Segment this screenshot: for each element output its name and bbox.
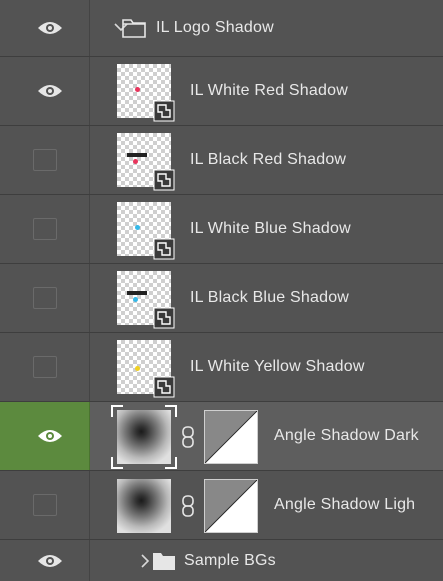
layer-row-il-white-blue-shadow[interactable]: IL White Blue Shadow (0, 195, 443, 264)
layer-thumbnail[interactable] (117, 64, 175, 122)
chain-link-icon[interactable] (181, 426, 195, 448)
layer-name: Angle Shadow Dark (274, 427, 419, 444)
visibility-empty-icon (33, 287, 57, 309)
layer-thumbnail[interactable] (117, 202, 175, 260)
visibility-toggle[interactable] (0, 0, 90, 56)
smart-object-badge-icon (153, 169, 175, 191)
layer-name: IL White Blue Shadow (190, 220, 351, 237)
visibility-empty-icon (33, 494, 57, 516)
layer-name: IL White Yellow Shadow (190, 358, 365, 375)
layer-row-il-black-red-shadow[interactable]: IL Black Red Shadow (0, 126, 443, 195)
layer-mask-thumbnail[interactable] (204, 479, 258, 533)
visibility-toggle[interactable] (0, 57, 90, 125)
layer-thumbnail[interactable] (117, 133, 175, 191)
layer-row-group-il-logo-shadow[interactable]: IL Logo Shadow (0, 0, 443, 57)
visibility-empty-icon (33, 218, 57, 240)
logo-mark (127, 291, 147, 295)
chevron-right-icon[interactable] (140, 554, 150, 568)
layer-name: IL Black Red Shadow (190, 151, 347, 168)
logo-mark (127, 153, 147, 157)
logo-mark (135, 225, 140, 230)
layer-name: IL White Red Shadow (190, 82, 348, 99)
layer-thumbnail[interactable] (117, 271, 175, 329)
eye-icon (38, 430, 62, 442)
layer-row-il-white-yellow-shadow[interactable]: IL White Yellow Shadow (0, 333, 443, 402)
layer-mask-thumbnail[interactable] (204, 410, 258, 464)
layer-row-il-white-red-shadow[interactable]: IL White Red Shadow (0, 57, 443, 126)
folder-icon (122, 19, 146, 38)
eye-icon (38, 85, 62, 97)
layer-name: Angle Shadow Ligh (274, 496, 416, 513)
logo-mark (133, 159, 138, 164)
logo-mark (133, 297, 138, 302)
eye-icon (38, 22, 62, 34)
layer-name: Sample BGs (184, 551, 276, 569)
smart-object-badge-icon (153, 238, 175, 260)
layer-row-group-sample-bgs[interactable]: Sample BGs (0, 540, 443, 581)
folder-icon (153, 553, 175, 570)
visibility-toggle[interactable] (0, 540, 90, 581)
logo-mark (135, 366, 140, 371)
eye-icon (38, 554, 62, 567)
layer-row-angle-shadow-light[interactable]: Angle Shadow Ligh (0, 471, 443, 540)
chain-link-icon[interactable] (181, 495, 195, 517)
layer-row-il-black-blue-shadow[interactable]: IL Black Blue Shadow (0, 264, 443, 333)
layer-thumbnail[interactable] (117, 479, 171, 533)
smart-object-badge-icon (153, 376, 175, 398)
visibility-toggle[interactable] (0, 333, 90, 401)
visibility-empty-icon (33, 149, 57, 171)
layer-name: IL Logo Shadow (156, 19, 274, 36)
layer-thumbnail[interactable] (117, 410, 171, 464)
visibility-toggle[interactable] (0, 264, 90, 332)
visibility-toggle[interactable] (0, 402, 90, 470)
layer-row-angle-shadow-dark[interactable]: Angle Shadow Dark (0, 402, 443, 471)
logo-mark (135, 87, 140, 92)
visibility-toggle[interactable] (0, 471, 90, 539)
smart-object-badge-icon (153, 100, 175, 122)
visibility-toggle[interactable] (0, 126, 90, 194)
layer-name: IL Black Blue Shadow (190, 289, 350, 306)
visibility-empty-icon (33, 356, 57, 378)
layer-thumbnail[interactable] (117, 340, 175, 398)
visibility-toggle[interactable] (0, 195, 90, 263)
smart-object-badge-icon (153, 307, 175, 329)
